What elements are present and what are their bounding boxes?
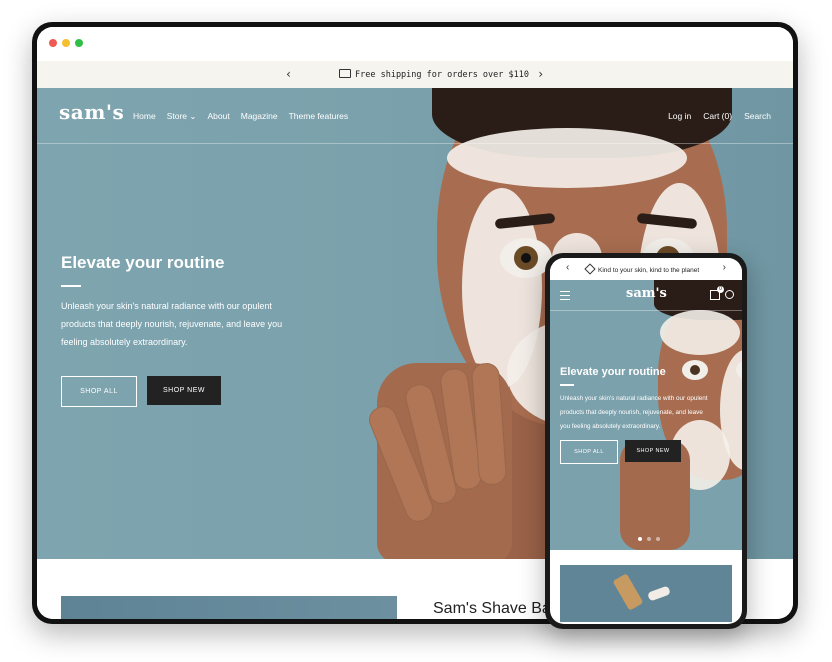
chevron-left-icon[interactable]: ‹ <box>566 262 569 274</box>
announcement-bar: ‹ Free shipping for orders over $110 › <box>37 61 793 88</box>
leaf-icon <box>584 263 596 275</box>
nav-home[interactable]: Home <box>133 111 156 122</box>
hero-divider <box>61 285 81 287</box>
hero-content: Elevate your routine Unleash your skin's… <box>61 253 311 351</box>
slide-dot-2[interactable] <box>647 537 651 541</box>
nav-theme-features[interactable]: Theme features <box>289 111 349 122</box>
hero-title: Elevate your routine <box>61 253 225 272</box>
nav-magazine[interactable]: Magazine <box>241 111 278 122</box>
site-header: sam's Home Store ⌄ About Magazine Theme … <box>37 88 793 144</box>
main-nav: Home Store ⌄ About Magazine Theme featur… <box>133 111 348 122</box>
chevron-right-icon[interactable]: › <box>723 262 726 274</box>
hero-hand <box>365 362 512 559</box>
mobile-shop-all-button[interactable]: SHOP ALL <box>560 440 618 464</box>
featured-title: Sam's Shave Ba <box>433 600 551 617</box>
slide-dot-1[interactable] <box>638 537 642 541</box>
site-logo[interactable]: sam's <box>59 100 124 124</box>
header-actions: Log in Cart (0) Search <box>668 111 771 121</box>
mobile-announcement-bar: ‹ Kind to your skin, kind to the planet … <box>550 258 742 280</box>
hero-subtitle: Unleash your skin's natural radiance wit… <box>61 301 283 347</box>
nav-store[interactable]: Store ⌄ <box>167 111 197 122</box>
chevron-down-icon: ⌄ <box>189 111 197 121</box>
mobile-shop-new-button[interactable]: SHOP NEW <box>625 440 681 462</box>
shop-all-button[interactable]: SHOP ALL <box>61 376 137 407</box>
maximize-window-icon[interactable] <box>75 39 83 47</box>
slide-dot-3[interactable] <box>656 537 660 541</box>
chevron-right-icon[interactable]: › <box>537 67 544 81</box>
chevron-left-icon[interactable]: ‹ <box>285 67 292 81</box>
search-icon[interactable] <box>725 290 734 299</box>
mobile-hero-title: Elevate your routine <box>560 366 666 378</box>
cart-link[interactable]: Cart (0) <box>703 111 732 121</box>
minimize-window-icon[interactable] <box>62 39 70 47</box>
truck-icon <box>339 69 351 78</box>
mobile-hero-subtitle: Unleash your skin's natural radiance wit… <box>560 394 708 430</box>
search-link[interactable]: Search <box>744 111 771 121</box>
nav-about[interactable]: About <box>208 111 230 122</box>
menu-icon[interactable] <box>560 291 570 300</box>
login-link[interactable]: Log in <box>668 111 691 121</box>
browser-chrome <box>37 27 793 61</box>
mobile-slide-pager <box>638 537 660 541</box>
close-window-icon[interactable] <box>49 39 57 47</box>
mobile-hero-content: Elevate your routine Unleash your skin's… <box>560 366 738 434</box>
mobile-device: ‹ Kind to your skin, kind to the planet … <box>545 253 747 629</box>
announcement-text: Free shipping for orders over $110 <box>355 70 529 80</box>
mobile-announcement-text: Kind to your skin, kind to the planet <box>598 267 700 274</box>
cart-count-badge: 0 <box>717 286 724 293</box>
mobile-header: sam's 0 <box>550 280 742 311</box>
featured-image <box>61 596 397 619</box>
mobile-logo[interactable]: sam's <box>626 286 667 301</box>
mobile-product-image[interactable] <box>560 565 732 622</box>
shop-new-button[interactable]: SHOP NEW <box>147 376 221 405</box>
mobile-viewport: ‹ Kind to your skin, kind to the planet … <box>550 258 742 624</box>
